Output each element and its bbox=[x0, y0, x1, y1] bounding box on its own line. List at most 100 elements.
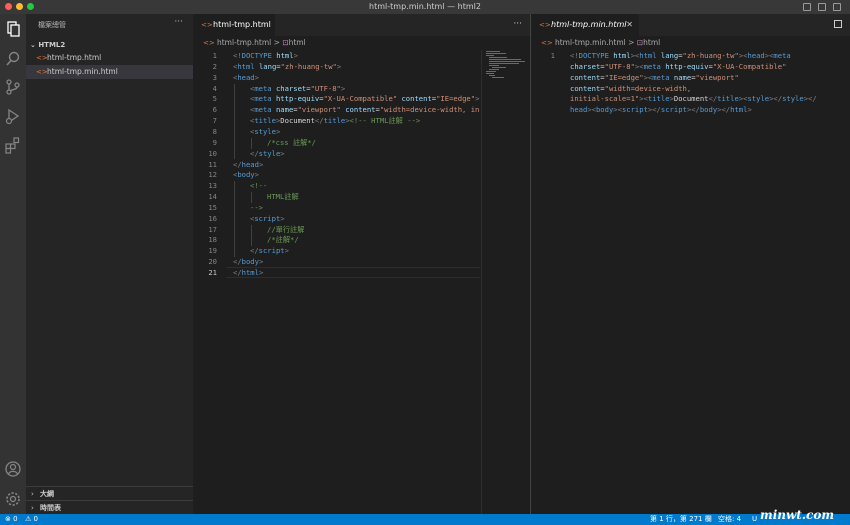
breadcrumb: <> html-tmp.html > ⊡html bbox=[203, 36, 306, 50]
line-number: 12 bbox=[208, 170, 217, 180]
file-item[interactable]: <> html-tmp.html bbox=[26, 51, 193, 65]
indent-guide bbox=[234, 181, 235, 193]
folder-header[interactable]: ⌄ HTML2 bbox=[30, 39, 65, 51]
code-line[interactable]: /*css 註解*/ bbox=[267, 138, 316, 148]
breadcrumb-file[interactable]: html-tmp.html bbox=[217, 38, 271, 47]
code-line[interactable]: /*註解*/ bbox=[267, 235, 299, 245]
tab-html-tmp-min[interactable]: <> html-tmp.min.html ✕ bbox=[531, 14, 639, 36]
right-tab-bar: <> html-tmp.min.html ✕ bbox=[531, 14, 850, 36]
chevron-right-icon: › bbox=[31, 490, 34, 498]
search-icon[interactable] bbox=[4, 50, 22, 68]
section-label: 時間表 bbox=[40, 504, 61, 512]
code-line[interactable]: </head> bbox=[233, 160, 263, 169]
code-line-wrapped[interactable]: content="IE=edge"><meta name="viewport" bbox=[570, 73, 739, 82]
line-number: 13 bbox=[208, 181, 217, 191]
vscode-window: html-tmp.min.html — html2 檔案總管 ··· ⌄ HTM… bbox=[0, 0, 850, 525]
errors-status[interactable]: ⊗ 0 bbox=[5, 514, 18, 525]
split-editor-icon[interactable] bbox=[834, 20, 842, 28]
left-tab-bar: <> html-tmp.html ··· bbox=[193, 14, 530, 36]
warnings-status[interactable]: ⚠ 0 bbox=[25, 514, 38, 525]
encoding-status[interactable]: U bbox=[752, 514, 757, 525]
indent-guide bbox=[234, 148, 235, 160]
run-debug-icon[interactable] bbox=[4, 107, 22, 125]
outline-section[interactable]: › 大綱 bbox=[26, 486, 193, 500]
extensions-icon[interactable] bbox=[4, 136, 22, 154]
timeline-section[interactable]: › 時間表 bbox=[26, 500, 193, 514]
right-code-editor[interactable]: 1 <!DOCTYPE html><html lang="zh-huang-tw"… bbox=[531, 50, 850, 514]
code-line[interactable]: </body> bbox=[233, 257, 263, 266]
explorer-title: 檔案總管 bbox=[38, 21, 66, 29]
code-line-wrapped[interactable]: <!DOCTYPE html><html lang="zh-huang-tw">… bbox=[570, 51, 791, 60]
code-line[interactable]: <!DOCTYPE html> bbox=[233, 51, 298, 60]
html-file-icon: <> bbox=[203, 39, 217, 47]
breadcrumb-symbol[interactable]: html bbox=[289, 38, 306, 47]
code-line[interactable]: <title>Document</title><!-- HTML註解 --> bbox=[250, 116, 420, 126]
indent-guide bbox=[234, 105, 235, 117]
line-number: 6 bbox=[212, 105, 217, 115]
line-number: 17 bbox=[208, 224, 217, 234]
line-number: 10 bbox=[208, 148, 217, 158]
minimap[interactable] bbox=[481, 50, 529, 514]
watermark: minwt.com bbox=[760, 508, 835, 522]
code-line[interactable]: <head> bbox=[233, 73, 259, 82]
toggle-sidebar-icon[interactable] bbox=[803, 3, 811, 11]
code-line[interactable]: <style> bbox=[250, 127, 280, 136]
indent-guide bbox=[251, 235, 252, 247]
code-line[interactable]: <html lang="zh-huang-tw"> bbox=[233, 62, 341, 71]
title-bar: html-tmp.min.html — html2 bbox=[0, 0, 850, 14]
close-tab-icon[interactable]: ✕ bbox=[626, 14, 633, 36]
indent-guide bbox=[251, 224, 252, 236]
breadcrumb-symbol[interactable]: html bbox=[643, 38, 660, 47]
settings-gear-icon[interactable] bbox=[4, 490, 22, 508]
indentation-status[interactable]: 空格: 4 bbox=[718, 514, 741, 525]
html-file-icon: <> bbox=[539, 21, 551, 29]
activity-bar bbox=[0, 14, 26, 514]
source-control-icon[interactable] bbox=[4, 78, 22, 96]
cursor-position[interactable]: 第 1 行，第 271 欄 bbox=[650, 514, 712, 525]
file-item-selected[interactable]: <> html-tmp.min.html bbox=[26, 65, 193, 79]
indent-guide bbox=[234, 126, 235, 138]
line-number: 11 bbox=[208, 159, 217, 169]
code-line[interactable]: </script> bbox=[250, 246, 289, 255]
html-file-icon: <> bbox=[201, 21, 213, 29]
line-number: 1 bbox=[550, 51, 555, 60]
breadcrumb-separator: > bbox=[628, 38, 635, 47]
breadcrumb-file[interactable]: html-tmp.min.html bbox=[555, 38, 626, 47]
layout-icon[interactable] bbox=[833, 3, 841, 11]
line-number: 1 bbox=[212, 51, 217, 60]
code-line-wrapped[interactable]: head><body><script></script></body></htm… bbox=[570, 105, 752, 114]
chevron-right-icon: › bbox=[31, 504, 34, 512]
line-number: 9 bbox=[212, 137, 217, 147]
toggle-panel-icon[interactable] bbox=[818, 3, 826, 11]
line-number: 5 bbox=[212, 94, 217, 104]
more-actions-icon[interactable]: ··· bbox=[513, 19, 522, 29]
code-line-wrapped[interactable]: charset="UTF-8"><meta http-equiv="X-UA-C… bbox=[570, 62, 786, 71]
line-number: 7 bbox=[212, 116, 217, 126]
code-line[interactable]: <body> bbox=[233, 170, 259, 179]
indent-guide bbox=[234, 235, 235, 247]
code-line[interactable]: --> bbox=[250, 203, 263, 212]
code-line-wrapped[interactable]: content="width=device-width, bbox=[570, 84, 691, 93]
indent-guide bbox=[234, 94, 235, 106]
indent-guide bbox=[234, 192, 235, 203]
left-code-editor[interactable]: 1 <!DOCTYPE html> 2 <html lang="zh-huang-tw… bbox=[193, 50, 481, 514]
tab-html-tmp[interactable]: <> html-tmp.html bbox=[193, 14, 275, 36]
more-actions-icon[interactable]: ··· bbox=[174, 17, 183, 27]
code-line[interactable]: //單行註解 bbox=[267, 225, 304, 235]
code-line-wrapped[interactable]: initial-scale=1"><title>Document</title>… bbox=[570, 94, 817, 103]
code-line[interactable]: <!-- bbox=[250, 181, 267, 190]
file-name: html-tmp.html bbox=[47, 53, 102, 62]
code-line[interactable]: </style> bbox=[250, 149, 285, 158]
code-line[interactable]: <meta name="viewport" content="width=dev… bbox=[250, 105, 479, 114]
html-file-icon: <> bbox=[36, 68, 48, 76]
explorer-icon[interactable] bbox=[4, 20, 22, 38]
code-line[interactable]: <meta charset="UTF-8"> bbox=[250, 84, 345, 93]
account-icon[interactable] bbox=[4, 460, 22, 478]
line-number: 18 bbox=[208, 235, 217, 245]
indent-guide bbox=[234, 83, 235, 95]
code-line[interactable]: HTML註解 bbox=[267, 192, 299, 202]
code-line[interactable]: <meta http-equiv="X-UA-Compatible" conte… bbox=[250, 94, 479, 103]
code-line[interactable]: <script> bbox=[250, 214, 285, 223]
indent-guide bbox=[251, 137, 252, 149]
code-line[interactable]: </html> bbox=[233, 268, 263, 277]
